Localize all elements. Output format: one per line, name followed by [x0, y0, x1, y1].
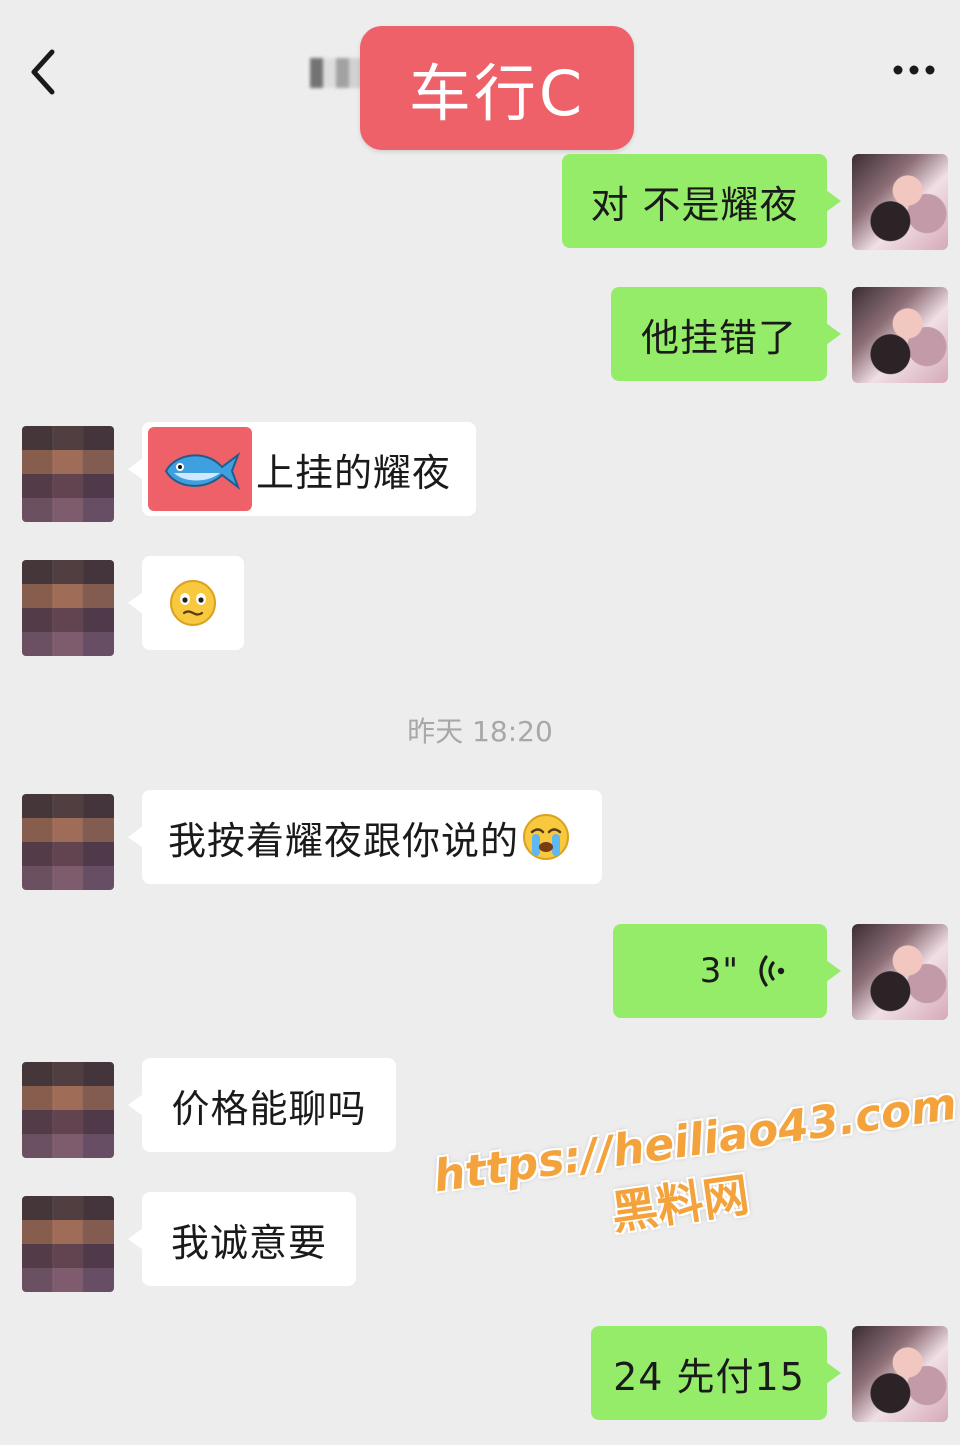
message-bubble-other[interactable]: 我诚意要	[128, 1192, 356, 1286]
self-avatar[interactable]	[852, 287, 948, 383]
message-bubble-self[interactable]: 他挂错了	[611, 287, 841, 381]
chevron-left-icon[interactable]	[22, 44, 66, 100]
message-bubble-other[interactable]: 价格能聊吗	[128, 1058, 396, 1152]
awkward-face-emoji	[170, 580, 216, 626]
blurred-name	[310, 58, 362, 88]
message-text: 我按着耀夜跟你说的	[168, 818, 520, 863]
message-text: 他挂错了	[640, 315, 797, 360]
fish-icon-box	[148, 427, 252, 511]
ellipsis-icon[interactable]	[890, 54, 938, 86]
message-bubble-self[interactable]: 24 先付15	[591, 1326, 841, 1420]
voice-duration: 3"	[699, 951, 739, 991]
self-avatar[interactable]	[852, 154, 948, 250]
watermark: https://heiliao43.com 黑料网	[430, 1079, 960, 1296]
fish-icon	[164, 452, 241, 490]
message-text: 我诚意要	[170, 1220, 327, 1265]
voice-message-bubble[interactable]: 3"	[613, 924, 841, 1018]
message-text: 对 不是耀夜	[590, 182, 799, 227]
contact-avatar[interactable]	[22, 794, 114, 890]
crying-face-emoji	[523, 814, 570, 860]
voice-wave-icon	[759, 955, 785, 987]
chat-title: 车行C	[360, 26, 634, 150]
contact-avatar[interactable]	[22, 1196, 114, 1292]
self-avatar[interactable]	[852, 1326, 948, 1422]
timestamp: 昨天 18:20	[407, 715, 553, 748]
message-bubble-other[interactable]: 上挂的耀夜	[128, 422, 476, 516]
contact-avatar[interactable]	[22, 1062, 114, 1158]
message-text: 24 先付15	[613, 1354, 805, 1399]
message-text: 价格能聊吗	[171, 1086, 367, 1131]
contact-avatar[interactable]	[22, 560, 114, 656]
chat-header: 车行C	[0, 0, 960, 150]
message-bubble-other[interactable]	[128, 556, 244, 650]
message-bubble-other[interactable]: 我按着耀夜跟你说的	[128, 790, 602, 884]
contact-avatar[interactable]	[22, 426, 114, 522]
message-bubble-self[interactable]: 对 不是耀夜	[562, 154, 841, 248]
message-text: 上挂的耀夜	[256, 450, 452, 495]
self-avatar[interactable]	[852, 924, 948, 1020]
